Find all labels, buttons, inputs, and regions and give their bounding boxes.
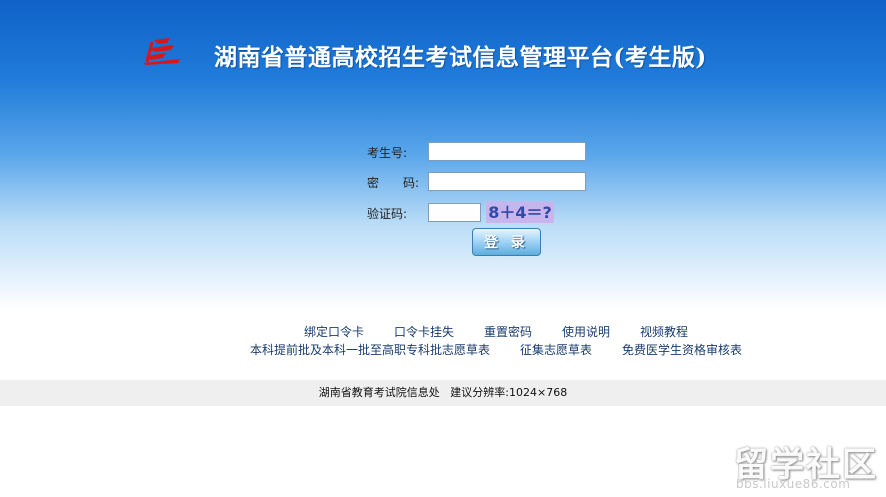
link-video-tutorial[interactable]: 视频教程 (640, 323, 688, 340)
watermark-url: bbs.liuxue86.com (736, 477, 851, 491)
watermark: 留学社区 bbs.liuxue86.com (728, 437, 882, 495)
footer-resolution: 建议分辨率:1024×768 (450, 386, 568, 399)
password-input[interactable] (428, 172, 586, 191)
footer: 湖南省教育考试院信息处 建议分辨率:1024×768 (0, 380, 886, 406)
student-id-label: 考生号: (367, 146, 408, 160)
footer-org: 湖南省教育考试院信息处 (318, 386, 440, 399)
link-user-guide[interactable]: 使用说明 (562, 323, 610, 340)
student-id-input[interactable] (428, 142, 586, 161)
link-supplementary-draft-form[interactable]: 征集志愿草表 (520, 341, 592, 358)
link-medical-student-review-form[interactable]: 免费医学生资格审核表 (622, 341, 742, 358)
captcha-image[interactable]: 8＋4＝? (486, 202, 554, 223)
captcha-input[interactable] (428, 203, 481, 222)
link-report-token-card-loss[interactable]: 口令卡挂失 (394, 323, 454, 340)
page-title: 湖南省普通高校招生考试信息管理平台(考生版) (214, 44, 707, 71)
link-bind-token-card[interactable]: 绑定口令卡 (304, 323, 364, 340)
login-button[interactable]: 登 录 (472, 228, 541, 256)
link-reset-password[interactable]: 重置密码 (484, 323, 532, 340)
red-flame-logo-icon (143, 38, 180, 65)
link-volunteer-draft-form[interactable]: 本科提前批及本科一批至高职专科批志愿草表 (250, 341, 490, 358)
password-label: 密 码: (367, 176, 420, 190)
captcha-label: 验证码: (367, 207, 408, 221)
